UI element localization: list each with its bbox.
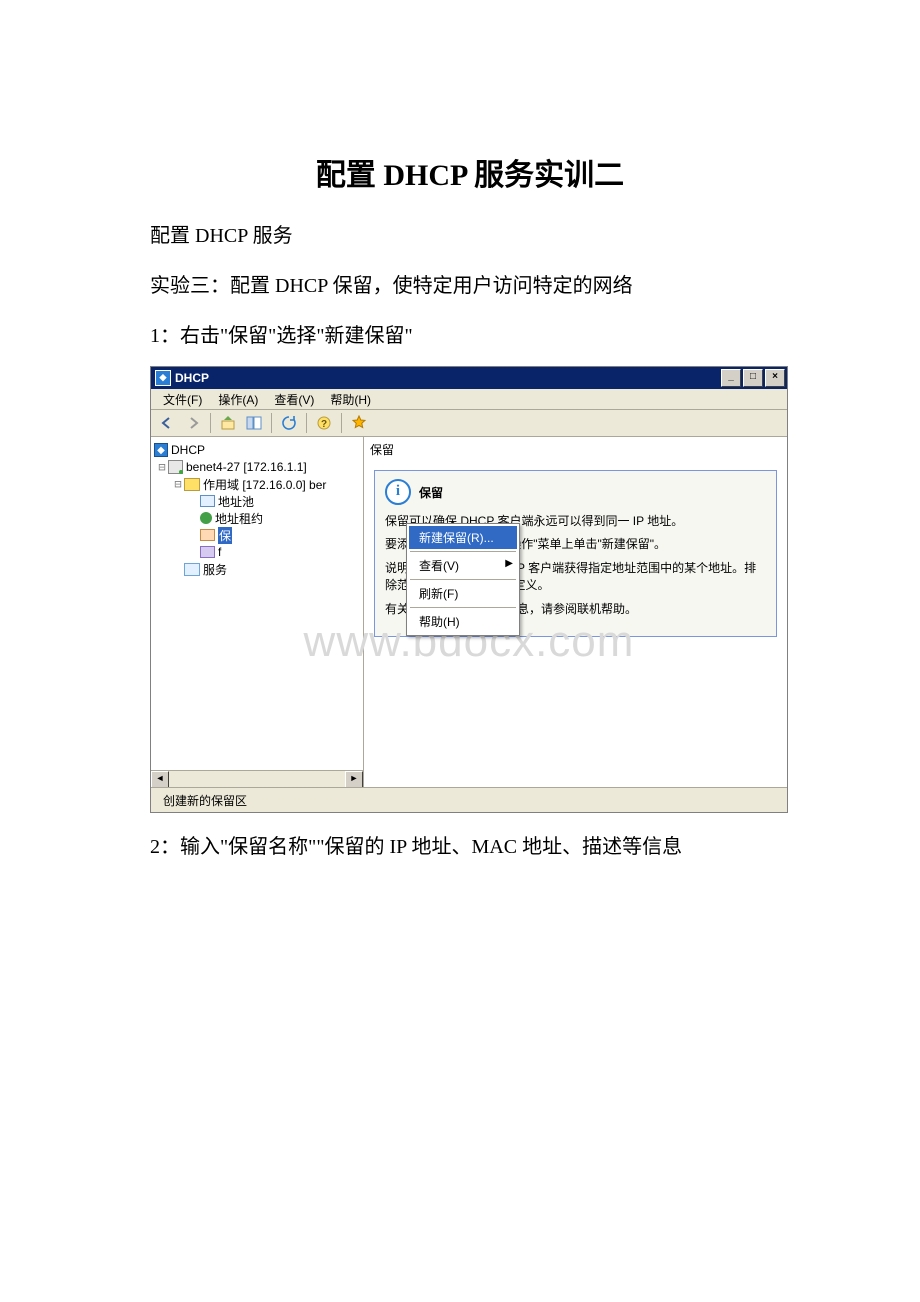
tree-scope-label: 作用域 [172.16.0.0] ber: [203, 476, 326, 493]
menu-refresh[interactable]: 刷新(F): [409, 582, 517, 605]
tree-address-pool[interactable]: 地址池: [153, 493, 361, 509]
toolbar: ?: [151, 410, 787, 437]
tree-server-label: benet4-27 [172.16.1.1]: [186, 460, 307, 474]
maximize-button[interactable]: □: [743, 369, 763, 387]
tree-horizontal-scrollbar[interactable]: ◄ ►: [151, 770, 363, 787]
doc-title: 配置 DHCP 服务实训二: [150, 150, 790, 194]
refresh-button[interactable]: [277, 411, 301, 435]
info-title: 保留: [419, 484, 443, 501]
reservation-icon: [200, 529, 215, 541]
options-icon: [200, 546, 215, 558]
titlebar[interactable]: ◆ DHCP _ □ ×: [151, 367, 787, 389]
statusbar: 创建新的保留区: [151, 787, 787, 812]
menu-file[interactable]: 文件(F): [155, 389, 210, 410]
context-menu: 新建保留(R)... 查看(V) ▶ 刷新(F) 帮助(H): [406, 523, 520, 636]
menu-action[interactable]: 操作(A): [210, 389, 266, 410]
tree-address-lease[interactable]: 地址租约: [153, 510, 361, 526]
tree-root-dhcp[interactable]: ◆ DHCP: [153, 442, 361, 458]
tree-scope-options[interactable]: f: [153, 544, 361, 560]
tree-reservation-cut: f: [218, 545, 221, 559]
menu-view[interactable]: 查看(V) ▶: [409, 554, 517, 577]
menu-help[interactable]: 帮助(H): [322, 389, 379, 410]
menubar: 文件(F) 操作(A) 查看(V) 帮助(H): [151, 389, 787, 410]
show-hide-tree-button[interactable]: [242, 411, 266, 435]
tree-pool-label: 地址池: [218, 493, 254, 510]
back-button[interactable]: [155, 411, 179, 435]
tree-server-options[interactable]: 服务: [153, 561, 361, 577]
minimize-button[interactable]: _: [721, 369, 741, 387]
tree-reservation-label-cut: 保: [218, 527, 232, 544]
server-icon: [168, 460, 183, 474]
lease-icon: [200, 512, 212, 524]
menu-separator: [410, 579, 516, 580]
doc-line-1: 配置 DHCP 服务: [150, 214, 790, 258]
doc-line-3: 1：右击"保留"选择"新建保留": [150, 314, 790, 358]
info-icon: i: [385, 479, 411, 505]
forward-button[interactable]: [181, 411, 205, 435]
close-button[interactable]: ×: [765, 369, 785, 387]
dhcp-mmc-window: ◆ DHCP _ □ × 文件(F) 操作(A) 查看(V) 帮助(H): [150, 366, 788, 813]
app-icon: ◆: [155, 370, 171, 386]
toolbar-separator: [306, 413, 307, 433]
menu-view[interactable]: 查看(V): [266, 389, 322, 410]
window-title: DHCP: [175, 371, 721, 385]
toolbar-separator: [210, 413, 211, 433]
svg-text:?: ?: [321, 419, 327, 430]
detail-header: 保留: [364, 437, 787, 462]
submenu-arrow-icon: ▶: [505, 558, 513, 569]
menu-separator: [410, 607, 516, 608]
help-button[interactable]: ?: [312, 411, 336, 435]
tree-root-label: DHCP: [171, 443, 205, 457]
dhcp-icon: ◆: [154, 443, 168, 457]
menu-new-reservation[interactable]: 新建保留(R)...: [409, 526, 517, 549]
up-button[interactable]: [216, 411, 240, 435]
tree-server[interactable]: ⊟ benet4-27 [172.16.1.1]: [153, 459, 361, 475]
menu-help[interactable]: 帮助(H): [409, 610, 517, 633]
doc-line-2: 实验三：配置 DHCP 保留，使特定用户访问特定的网络: [150, 264, 790, 308]
tree-pane[interactable]: ◆ DHCP ⊟ benet4-27 [172.16.1.1] ⊟ 作用域 [1…: [151, 437, 364, 787]
tree-server-options-label: 服务: [203, 561, 227, 578]
tree-lease-label: 地址租约: [215, 510, 263, 527]
expand-icon[interactable]: ⊟: [157, 460, 167, 474]
scroll-left-button[interactable]: ◄: [151, 771, 169, 787]
tree-scope[interactable]: ⊟ 作用域 [172.16.0.0] ber: [153, 476, 361, 492]
toolbar-separator: [271, 413, 272, 433]
server-options-icon: [184, 563, 200, 576]
toolbar-separator: [341, 413, 342, 433]
pool-icon: [200, 495, 215, 507]
menu-view-label: 查看(V): [419, 559, 459, 573]
folder-open-icon: [184, 478, 200, 491]
scroll-right-button[interactable]: ►: [345, 771, 363, 787]
expand-icon[interactable]: ⊟: [173, 477, 183, 491]
status-text: 创建新的保留区: [157, 792, 379, 808]
action-star-button[interactable]: [347, 411, 371, 435]
doc-line-4: 2：输入"保留名称""保留的 IP 地址、MAC 地址、描述等信息: [150, 825, 790, 869]
menu-separator: [410, 551, 516, 552]
tree-reservation[interactable]: 保: [153, 527, 361, 543]
